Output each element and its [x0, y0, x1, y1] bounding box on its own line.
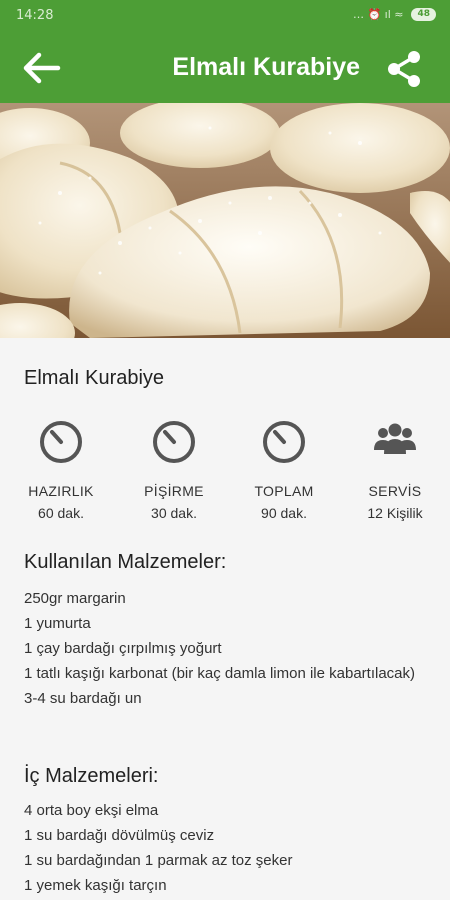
stat-value: 12 Kişilik	[367, 505, 423, 521]
stat-servings: SERVİS 12 Kişilik	[340, 418, 450, 521]
arrow-back-icon[interactable]	[22, 51, 62, 85]
timer-icon	[153, 421, 195, 463]
recipe-title: Elmalı Kurabiye	[24, 367, 165, 389]
stat-value: 60 dak.	[38, 505, 84, 521]
list-item: 1 çay bardağı çırpılmış yoğurt	[24, 640, 222, 657]
stat-value: 30 dak.	[151, 505, 197, 521]
app-toolbar: Elmalı Kurabiye	[0, 33, 450, 103]
status-time: 14:28	[16, 8, 54, 23]
list-item: 250gr margarin	[24, 590, 126, 607]
stat-label: SERVİS	[368, 483, 422, 499]
timer-icon	[40, 421, 82, 463]
list-item: 3-4 su bardağı un	[24, 690, 142, 707]
filling-list: 4 orta boy ekşi elma 1 su bardağı dövülm…	[24, 798, 424, 898]
recipe-stats: HAZIRLIK 60 dak. PİŞİRME 30 dak. TOPLAM …	[0, 418, 450, 528]
cookies-image	[0, 103, 450, 338]
status-icons: … ⏰ ıl ≈ 48	[353, 8, 436, 21]
timer-icon	[263, 421, 305, 463]
list-item: 1 su bardağı dövülmüş ceviz	[24, 827, 215, 844]
stat-cook: PİŞİRME 30 dak.	[119, 418, 229, 521]
ingredients-list: 250gr margarin 1 yumurta 1 çay bardağı ç…	[24, 586, 424, 711]
list-item: 1 tatlı kaşığı karbonat (bir kaç damla l…	[24, 665, 416, 682]
ingredients-heading: Kullanılan Malzemeler:	[24, 551, 227, 573]
stat-prep: HAZIRLIK 60 dak.	[6, 418, 116, 521]
toolbar-title: Elmalı Kurabiye	[172, 53, 360, 81]
list-item: 1 su bardağından 1 parmak az toz şeker	[24, 852, 293, 869]
stat-label: TOPLAM	[254, 483, 314, 499]
stat-label: PİŞİRME	[144, 483, 204, 499]
stat-label: HAZIRLIK	[28, 483, 94, 499]
people-icon	[374, 423, 416, 454]
stat-total: TOPLAM 90 dak.	[229, 418, 339, 521]
stat-value: 90 dak.	[261, 505, 307, 521]
recipe-photo	[0, 103, 450, 338]
list-item: 1 yemek kaşığı tarçın	[24, 877, 167, 894]
list-item: 4 orta boy ekşi elma	[24, 802, 159, 819]
recipe-content: Elmalı Kurabiye HAZIRLIK 60 dak. PİŞİRME…	[0, 338, 450, 900]
filling-heading: İç Malzemeleri:	[24, 765, 159, 787]
list-item: 1 yumurta	[24, 615, 91, 632]
battery-icon: 48	[411, 8, 436, 21]
share-icon[interactable]	[384, 49, 424, 89]
status-indicators: … ⏰ ıl ≈	[352, 8, 404, 21]
status-bar: 14:28 … ⏰ ıl ≈ 48	[0, 0, 450, 33]
